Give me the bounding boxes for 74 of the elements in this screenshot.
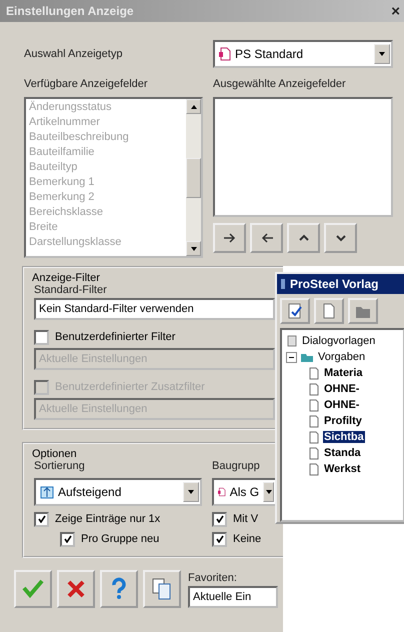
toolbar-button[interactable]	[314, 298, 344, 324]
dialog-button[interactable]	[57, 570, 95, 608]
caret-icon	[378, 51, 386, 57]
arrow-right-icon	[222, 232, 236, 244]
toolbar-button[interactable]	[348, 298, 378, 324]
dialog-button[interactable]	[100, 570, 138, 608]
toolbar-button[interactable]	[280, 298, 310, 324]
checkbox-label: Mit V	[233, 513, 258, 525]
window-title: Einstellungen Anzeige	[6, 4, 134, 18]
document-icon	[308, 446, 320, 460]
document-check-icon	[287, 303, 303, 319]
group-title: Anzeige-Filter	[32, 272, 101, 284]
checkbox-label: Zeige Einträge nur 1x	[55, 513, 160, 525]
caret-icon	[187, 489, 195, 495]
tree-item[interactable]: Dialogvorlagen	[301, 335, 376, 347]
folder-icon	[300, 351, 314, 363]
document-icon	[308, 414, 320, 428]
check-icon	[21, 577, 45, 601]
checkbox-label: Pro Gruppe neu	[81, 533, 160, 545]
check-icon	[64, 535, 72, 543]
app-icon	[280, 278, 286, 290]
tree-item[interactable]: Vorgaben	[317, 351, 366, 363]
standard-filter-field[interactable]: Kein Standard-Filter verwenden	[34, 298, 275, 320]
display-type-dropdown[interactable]: PS Standard	[213, 40, 393, 68]
tree-item[interactable]: OHNE-	[323, 383, 360, 395]
dialog-button[interactable]	[14, 570, 52, 608]
field-label: Favoriten:	[188, 572, 238, 584]
document-icon	[308, 462, 320, 476]
tree-item[interactable]: Werkst	[323, 463, 362, 475]
tree-item[interactable]: Standa	[323, 447, 362, 459]
field-label: Ausgewählte Anzeigefelder	[213, 78, 346, 90]
window-title: ProSteel Vorlag	[290, 277, 378, 291]
move-button[interactable]	[250, 223, 283, 253]
document-icon	[308, 430, 320, 444]
field-label: Baugrupp	[212, 460, 261, 472]
dialog-button[interactable]	[143, 570, 181, 608]
move-button[interactable]	[213, 223, 246, 253]
document-icon	[308, 366, 320, 380]
checkbox-label: Keine	[233, 533, 262, 545]
sort-icon	[40, 485, 54, 499]
scroll-up-icon	[190, 104, 198, 110]
document-icon	[321, 303, 337, 319]
arrow-left-icon	[260, 232, 274, 244]
close-button[interactable]: ×	[391, 2, 400, 20]
group-title: Optionen	[32, 448, 78, 460]
check-icon	[38, 515, 46, 523]
field-label: Standard-Filter	[34, 284, 108, 296]
selected-fields-list[interactable]	[213, 97, 393, 217]
tree-item[interactable]: Materia	[323, 367, 364, 379]
check-icon	[216, 535, 224, 543]
checkbox[interactable]	[212, 532, 227, 546]
tree-item[interactable]: Profilty	[323, 415, 363, 427]
scroll-down-icon	[190, 246, 198, 252]
checkbox-label: Benutzerdefinierter Filter	[55, 331, 176, 343]
document-icon	[218, 485, 226, 499]
document-icon	[308, 382, 320, 396]
tree-item[interactable]: Sichtba	[323, 431, 365, 443]
check-icon	[216, 515, 224, 523]
field-label: Sortierung	[34, 460, 86, 472]
checkbox[interactable]	[34, 512, 49, 526]
checkbox[interactable]	[34, 330, 49, 344]
checkbox[interactable]	[60, 532, 75, 546]
group-dropdown[interactable]: Als G	[212, 478, 277, 506]
sort-dropdown[interactable]: Aufsteigend	[34, 478, 202, 506]
checkbox[interactable]	[212, 512, 227, 526]
caret-icon	[264, 489, 273, 495]
document-icon	[308, 398, 320, 412]
favorites-field[interactable]: Aktuelle Ein	[188, 586, 278, 608]
tree-item[interactable]: OHNE-	[323, 399, 360, 411]
scrollbar[interactable]	[186, 99, 201, 256]
field-label: Verfügbare Anzeigefelder	[24, 78, 148, 90]
expander-icon[interactable]	[286, 352, 297, 362]
field-label: Auswahl Anzeigetyp	[24, 48, 122, 60]
document-icon	[219, 47, 231, 61]
